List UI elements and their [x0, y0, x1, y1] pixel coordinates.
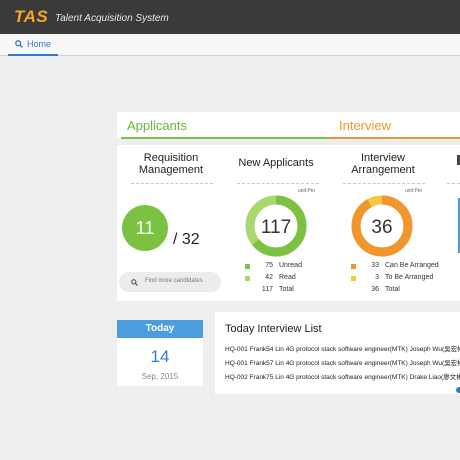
legend-row-unread: 75 Unread	[245, 262, 335, 274]
interview-title-line2: Arrangement	[351, 164, 415, 176]
legend-label: Unread	[279, 262, 302, 269]
legend-label: Total	[385, 286, 400, 293]
requisition-divider	[131, 183, 213, 184]
candidate-search[interactable]: Find more candidates	[119, 272, 221, 292]
legend-value: 42	[265, 274, 273, 281]
today-month: Sep, 2015	[141, 372, 179, 381]
interview-legend: 33 Can Be Arranged 3 To Be Arranged 36 T…	[351, 262, 456, 298]
interview-divider	[343, 183, 425, 184]
interview-underline	[329, 137, 460, 139]
legend-value: 117	[261, 286, 273, 293]
section-interview: Interview	[339, 118, 392, 133]
today-card: Today 14 Sep, 2015	[117, 320, 203, 386]
legend-row-can-be-arranged: 33 Can Be Arranged	[351, 262, 456, 274]
tab-home[interactable]: Home	[8, 34, 59, 56]
section-applicants: Applicants	[127, 118, 187, 133]
legend-row-total: 117 Total	[245, 286, 335, 298]
list-item[interactable]: HQ-002 Frank75 Lin 4G protocol stack sof…	[225, 371, 460, 381]
scroll-indicator[interactable]	[456, 387, 460, 393]
requisition-open-count[interactable]: 11	[122, 205, 168, 251]
app-title: Talent Acquisition System	[55, 13, 169, 24]
legend-label: Read	[279, 274, 296, 281]
interview-total: 36	[371, 217, 392, 238]
search-placeholder: Find more candidates	[145, 278, 203, 284]
legend-value: 33	[371, 262, 379, 269]
interview-list-title: Today Interview List	[225, 323, 322, 335]
new-applicants-divider	[237, 183, 319, 184]
summary-panel: Requisition Management 11 / 32 Find more…	[117, 145, 460, 301]
app-logo: TAS	[14, 7, 49, 26]
new-applicants-title: New Applicants	[238, 157, 314, 169]
new-applicants-legend: 75 Unread 42 Read 117 Total	[245, 262, 335, 298]
list-item[interactable]: HQ-001 Frank57 Lin 4G protocol stack sof…	[225, 357, 460, 367]
search-icon	[131, 279, 138, 286]
new-applicants-donut[interactable]: 117	[245, 195, 307, 257]
legend-row-total: 36 Total	[351, 286, 456, 298]
interview-unit: unit:Per	[405, 188, 423, 194]
search-icon	[15, 40, 23, 48]
interview-list-panel: Today Interview List HQ-001 Frank54 Lin …	[215, 312, 460, 394]
today-label: Today	[117, 320, 203, 338]
tab-home-label: Home	[27, 39, 52, 49]
requisition-title: Requisition Management	[131, 152, 211, 176]
interview-donut[interactable]: 36	[351, 195, 413, 257]
legend-label: To Be Arranged	[385, 274, 434, 281]
list-item[interactable]: HQ-001 Frank54 Lin 4G protocol stack sof…	[225, 343, 460, 353]
legend-label: Can Be Arranged	[385, 262, 439, 269]
interview-title-line1: Interview	[360, 152, 406, 164]
requisition-title-line1: Requisition	[143, 152, 199, 164]
legend-value: 36	[371, 286, 379, 293]
legend-label: Total	[279, 286, 294, 293]
requisition-total: / 32	[173, 231, 200, 248]
top-bar: TAS Talent Acquisition System	[0, 0, 460, 34]
interview-arrangement-title: Interview Arrangement	[341, 152, 425, 176]
legend-value: 75	[265, 262, 273, 269]
legend-row-to-be-arranged: 3 To Be Arranged	[351, 274, 456, 286]
new-applicants-total: 117	[261, 217, 291, 238]
fourth-card-divider	[447, 183, 460, 184]
legend-value: 3	[375, 274, 379, 281]
today-day: 14	[150, 347, 170, 366]
new-applicants-unit: unit:Per	[298, 188, 316, 194]
applicants-underline	[121, 137, 329, 139]
legend-row-read: 42 Read	[245, 274, 335, 286]
section-header-row: Applicants Interview	[117, 112, 460, 139]
requisition-title-line2: Management	[138, 164, 204, 176]
tab-bar: Home	[0, 34, 460, 56]
